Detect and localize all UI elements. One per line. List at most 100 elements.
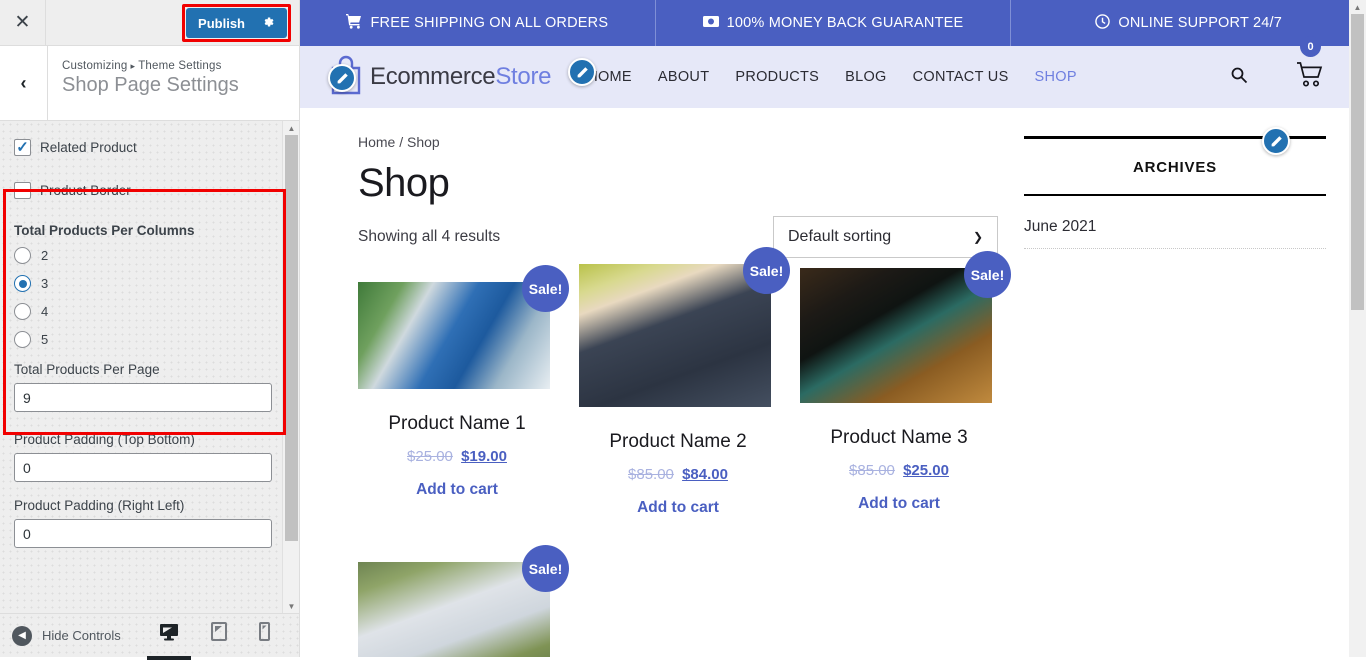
breadcrumb-separator-icon: ▸ [130,61,136,71]
publish-highlight-box: Publish [182,4,291,42]
columns-radio-5[interactable] [14,331,31,348]
shopping-cart-icon [346,13,362,33]
padding-top-bottom-input[interactable] [14,453,272,482]
page-content: Home / Shop Shop Showing all 4 results D… [300,108,1366,657]
product-card[interactable]: Sale! Product Name 1 $25.00 $19.00 Add t… [358,265,569,517]
mobile-icon [258,621,270,641]
breadcrumb-parent[interactable]: Theme Settings [138,60,221,72]
publish-button[interactable]: Publish [186,8,287,38]
cart-icon[interactable] [1296,61,1324,93]
per-page-input[interactable] [14,383,272,412]
columns-radio-3[interactable] [14,275,31,292]
panel-titles: Customizing ▸ Theme Settings Shop Page Set… [48,46,239,120]
product-border-checkbox[interactable] [14,182,31,199]
tablet-preview-button[interactable] [210,621,227,650]
scroll-up-icon[interactable]: ▲ [283,121,299,135]
product-image[interactable]: Sale! [579,247,790,407]
product-card[interactable]: Sale! Product Name 2 $85.00 $84.00 Add t… [579,247,790,517]
site-preview: FREE SHIPPING ON ALL ORDERS 100% MONEY B… [300,0,1366,657]
product-new-price: $25.00 [903,462,949,479]
desktop-icon [159,623,178,640]
product-price: $25.00 $19.00 [358,448,556,465]
radio-option-3[interactable]: 3 [14,275,285,292]
publish-label: Publish [198,15,245,31]
money-icon [702,14,719,33]
product-image[interactable]: Sale! [358,265,569,389]
columns-radio-2-label: 2 [41,248,49,263]
clock-icon [1095,13,1111,33]
columns-radio-3-label: 3 [41,276,49,291]
product-name[interactable]: Product Name 3 [800,427,998,449]
product-image[interactable]: Sale! [800,251,1011,403]
sorting-value: Default sorting [788,228,892,245]
radio-option-2[interactable]: 2 [14,247,285,264]
logo-text: EcommerceStore [370,63,552,91]
add-to-cart-button[interactable]: Add to cart [358,481,556,499]
add-to-cart-button[interactable]: Add to cart [800,495,998,513]
device-preview-group [159,621,270,650]
sidebar-scrollbar[interactable]: ▲ ▼ [282,121,299,613]
padding-top-bottom-label: Product Padding (Top Bottom) [14,432,195,447]
padding-right-left-label: Product Padding (Right Left) [14,498,185,513]
scroll-up-icon[interactable]: ▲ [1349,0,1366,14]
sidebar-scrollbar-thumb[interactable] [285,135,298,541]
product-image[interactable]: Sale! [358,545,569,657]
radio-option-4[interactable]: 4 [14,303,285,320]
product-price: $85.00 $25.00 [800,462,998,479]
chevron-down-icon: ❯ [972,230,983,244]
breadcrumb[interactable]: Home / Shop [358,134,998,150]
site-header: EcommerceStore HOME ABOUT PRODUCTS BLOG … [300,36,1366,108]
customizer-sidebar: ✕ Publish ‹ Customizing ▸ Theme Settings S [0,0,300,657]
back-button[interactable]: ‹ [0,46,48,120]
product-card[interactable]: Sale! Product Name 3 $85.00 $25.00 Add t… [800,251,1011,517]
control-product-border[interactable]: Product Border [14,182,285,199]
sale-badge: Sale! [743,247,790,294]
pencil-icon[interactable] [568,58,596,86]
sale-badge: Sale! [522,265,569,312]
gear-icon[interactable] [261,15,275,31]
breadcrumb: Customizing ▸ Theme Settings [62,60,239,72]
site-logo[interactable]: EcommerceStore [328,55,552,100]
product-name[interactable]: Product Name 2 [579,431,777,453]
archive-item-june-2021[interactable]: June 2021 [1024,196,1326,249]
desktop-preview-button[interactable] [159,623,179,650]
product-new-price: $19.00 [461,448,507,465]
shop-sidebar: ARCHIVES June 2021 [1024,127,1326,657]
related-product-label: Related Product [40,140,137,155]
scroll-down-icon[interactable]: ▼ [283,599,299,613]
nav-item-products[interactable]: PRODUCTS [735,69,819,85]
nav-item-contact-us[interactable]: CONTACT US [913,69,1009,85]
product-old-price: $85.00 [849,462,895,479]
mobile-preview-button[interactable] [258,621,270,650]
search-icon[interactable] [1230,66,1248,89]
close-customizer-button[interactable]: ✕ [0,0,46,45]
nav-item-about[interactable]: ABOUT [658,69,709,85]
related-product-checkbox[interactable] [14,139,31,156]
promo-bar: FREE SHIPPING ON ALL ORDERS 100% MONEY B… [300,0,1366,46]
customizer-controls: Related Product Product Border Total Pro… [0,121,299,613]
pencil-icon[interactable] [1262,127,1290,155]
shop-main-column: Home / Shop Shop Showing all 4 results D… [358,134,1011,657]
preview-scrollbar[interactable]: ▲ [1349,0,1366,657]
preview-scrollbar-thumb[interactable] [1351,14,1364,310]
per-page-label: Total Products Per Page [14,362,160,377]
nav-item-blog[interactable]: BLOG [845,69,887,85]
add-to-cart-button[interactable]: Add to cart [579,499,777,517]
columns-radio-2[interactable] [14,247,31,264]
pencil-icon[interactable] [328,64,356,92]
page-title: Shop Page Settings [62,74,239,96]
breadcrumb-root[interactable]: Customizing [62,60,127,72]
nav-item-shop[interactable]: SHOP [1035,69,1077,85]
customizer-topbar: ✕ Publish [0,0,299,46]
hide-controls-button[interactable]: ◀ Hide Controls [12,625,121,646]
columns-radio-4[interactable] [14,303,31,320]
tablet-icon [210,621,227,641]
product-name[interactable]: Product Name 1 [358,413,556,435]
product-card[interactable]: Sale! [358,545,569,657]
logo-text-secondary: Store [495,63,552,90]
radio-option-5[interactable]: 5 [14,331,285,348]
control-related-product[interactable]: Related Product [14,139,285,156]
sorting-select[interactable]: Default sorting ❯ [773,216,998,258]
padding-right-left-input[interactable] [14,519,272,548]
product-grid: Sale! Product Name 1 $25.00 $19.00 Add t… [358,247,1011,657]
